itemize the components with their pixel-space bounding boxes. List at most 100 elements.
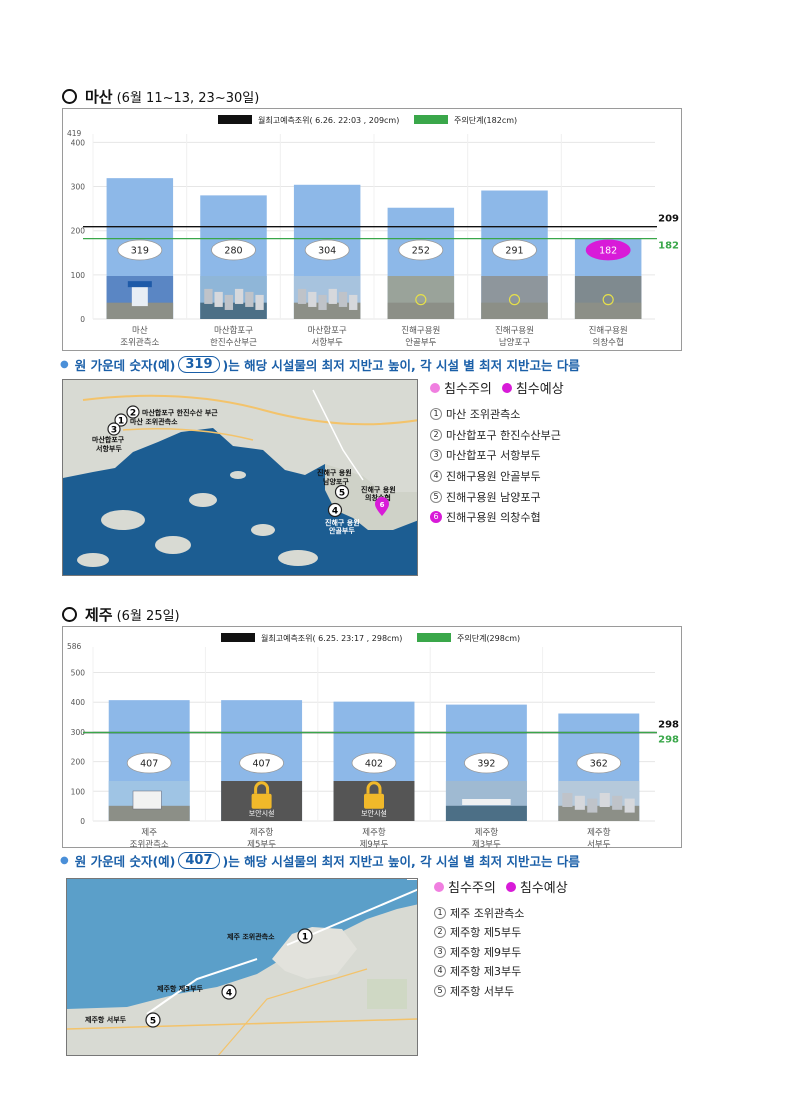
section-title-text: 마산 (85, 88, 113, 106)
num-badge: 2 (430, 428, 442, 441)
y-tick-label: 100 (71, 787, 86, 796)
circle-icon (62, 607, 77, 622)
legend-item: 2 마산합포구 한진수산부근 (430, 425, 564, 446)
masan-note: ● 원 가운데 숫자(예) 319 )는 해당 시설물의 최저 지반고 높이, … (60, 355, 580, 374)
x-tick-label: 서항부두 (312, 338, 343, 348)
data-label: 319 (131, 246, 149, 257)
legend-caution: 침수주의 (448, 881, 496, 896)
facility-photo (481, 276, 548, 319)
x-tick-label: 제9부두 (360, 840, 389, 849)
x-tick-label: 제3부두 (472, 840, 501, 849)
x-tick-label: 조위관측소 (120, 337, 159, 348)
data-label: 407 (253, 759, 271, 770)
map-marker-1: 1 (297, 928, 313, 944)
map-marker-4: 4 (221, 984, 237, 1000)
expected-dot-icon (501, 382, 512, 393)
y-top-label: 586 (67, 642, 82, 651)
jeju-legend: 침수주의 침수예상 1 제주 조위관측소 2 제주항 제5부두 3 제주항 제9부두 … (434, 877, 568, 1001)
legend-item: 1 제주 조위관측소 (434, 903, 568, 923)
map-label-1: 마산 조위관측소 (130, 417, 178, 426)
legend-label: 제주항 서부두 (450, 984, 515, 998)
svg-text:3: 3 (111, 426, 117, 436)
legend-label: 제주 조위관측소 (450, 906, 525, 920)
x-tick-label: 제주항 (475, 828, 499, 838)
masan-tide-chart: 월최고예측조위( 6.26. 22:03 , 209cm) 주의단계(182cm)… (62, 108, 682, 351)
svg-text:4: 4 (226, 989, 232, 999)
lock-icon (364, 793, 384, 809)
y-tick-label: 500 (71, 669, 86, 678)
x-tick-label: 안골부두 (405, 337, 436, 348)
x-tick-label: 한진수산부근 (210, 337, 257, 348)
facility-photo (445, 781, 527, 821)
lock-icon (251, 793, 272, 809)
legend-swatch-caution (417, 633, 451, 642)
bullet-icon: ● (60, 359, 69, 370)
y-top-label: 419 (67, 129, 82, 138)
legend-label: 마산합포구 서항부두 (446, 449, 541, 463)
num-badge: 4 (430, 470, 442, 483)
legend-caution-label: 주의단계(298cm) (457, 633, 520, 643)
x-tick-label: 마산합포구 (214, 325, 253, 336)
map-label-4: 제주항 제3부두 (157, 984, 204, 993)
svg-text:1: 1 (302, 933, 308, 943)
svg-text:6: 6 (380, 501, 385, 509)
map-label-6a: 진해구 용원 (361, 485, 396, 494)
legend-predicted-label: 월최고예측조위( 6.25. 23:17 , 298cm) (261, 633, 402, 643)
expected-dot-icon (505, 881, 516, 892)
map-label-5: 제주항 서부두 (85, 1015, 127, 1024)
jeju-tide-chart: 월최고예측조위( 6.25. 23:17 , 298cm) 주의단계(298cm)… (62, 626, 682, 849)
data-label: 182 (599, 246, 617, 257)
lock-label: 보안시설 (361, 808, 387, 817)
num-badge: 6 (430, 511, 442, 524)
legend-caution-label: 주의단계(182cm) (454, 115, 517, 125)
caution-dot-icon (434, 881, 444, 892)
data-label: 362 (590, 759, 608, 770)
legend-label: 진해구용원 안골부두 (446, 470, 541, 484)
legend-item: 5 진해구용원 남양포구 (430, 486, 564, 507)
x-tick-label: 서부두 (587, 840, 611, 849)
masan-map: 1 2 3 마산합포구 한진수산 부근 마산 조위관측소 마산합포구 서항부두 … (62, 379, 418, 576)
legend-swatch-predicted (218, 115, 252, 124)
x-tick-label: 제주항 (250, 828, 274, 838)
x-tick-label: 제5부두 (247, 840, 276, 849)
facility-photo (387, 276, 455, 319)
facility-photo: 보안시설 (221, 781, 303, 821)
x-tick-label: 마산합포구 (308, 325, 347, 336)
masan-legend: 침수주의 침수예상 1 마산 조위관측소 2 마산합포구 한진수산부근 3 마산합포구… (430, 378, 564, 528)
note-example-oval: 407 (178, 852, 220, 869)
section-title-masan: 마산 (6월 11~13, 23~30일) (62, 86, 259, 107)
svg-text:5: 5 (339, 489, 345, 499)
legend-expected: 침수예상 (515, 382, 564, 397)
masan-chart-svg: 월최고예측조위( 6.26. 22:03 , 209cm) 주의단계(182cm)… (67, 115, 679, 348)
caution-dot-icon (430, 382, 440, 393)
x-tick-label: 마산 (132, 325, 148, 336)
note-suffix: )는 해당 시설물의 최저 지반고 높이, 각 시설 별 최저 지반고는 다름 (222, 854, 580, 869)
legend-item: 5 제주항 서부두 (434, 981, 568, 1001)
map-label-3a: 마산합포구 (92, 435, 125, 444)
circle-icon (62, 89, 77, 104)
x-tick-label: 남양포구 (499, 337, 530, 348)
data-label: 392 (477, 759, 495, 770)
legend-label: 마산 조위관측소 (446, 408, 521, 422)
legend-item: 4 제주항 제3부두 (434, 962, 568, 982)
num-badge: 3 (434, 945, 446, 958)
note-example-oval: 319 (178, 356, 220, 373)
bullet-icon: ● (60, 855, 69, 866)
data-label: 402 (365, 759, 383, 770)
svg-text:4: 4 (332, 507, 338, 517)
caution-value-label: 182 (658, 241, 679, 252)
map-label-4a: 진해구 용원 (325, 518, 360, 527)
svg-text:2: 2 (130, 409, 136, 419)
section-subtitle: (6월 25일) (116, 609, 180, 624)
num-badge: 5 (430, 490, 442, 503)
map-marker-4: 4 (327, 502, 343, 518)
x-tick-label: 조위관측소 (130, 839, 169, 849)
num-badge: 1 (430, 408, 442, 421)
x-tick-label: 제주항 (587, 828, 611, 838)
facility-photo (558, 781, 640, 821)
legend-label: 제주항 제3부두 (450, 965, 522, 979)
num-badge: 1 (434, 906, 446, 919)
caution-value-label: 298 (658, 735, 679, 746)
legend-item: 6 진해구용원 의창수협 (430, 507, 564, 528)
map-label-3b: 서항부두 (96, 444, 122, 453)
